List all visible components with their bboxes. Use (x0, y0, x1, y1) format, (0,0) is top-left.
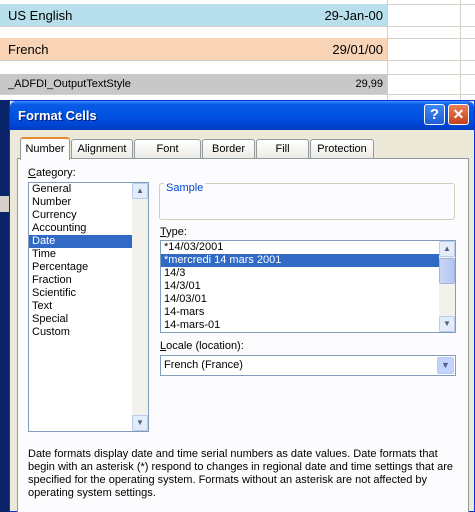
help-icon[interactable]: ? (424, 104, 445, 125)
type-label-text: ype: (166, 226, 187, 238)
category-item-currency[interactable]: Currency (29, 209, 148, 222)
type-item[interactable]: 14-mars-01 (161, 319, 455, 332)
scroll-up-icon[interactable]: ▲ (132, 183, 148, 199)
cell-row-french[interactable]: French 29/01/00 (0, 38, 387, 60)
category-scrollbar[interactable]: ▲ ▼ (132, 183, 148, 431)
type-label: Type: (160, 226, 187, 238)
cell-label: French (8, 41, 49, 57)
grid-line (460, 0, 461, 100)
tab-number[interactable]: Number (20, 137, 70, 160)
title-bar[interactable]: Format Cells ? ✕ (10, 101, 474, 130)
scroll-down-icon[interactable]: ▼ (132, 415, 148, 431)
scroll-down-icon[interactable]: ▼ (439, 316, 455, 332)
category-item-date[interactable]: Date (29, 235, 148, 248)
type-item[interactable]: *mercredi 14 mars 2001 (161, 254, 455, 267)
type-item[interactable]: *14/03/2001 (161, 241, 455, 254)
scroll-thumb[interactable] (439, 258, 455, 284)
locale-label: Locale (location): (160, 340, 244, 352)
grid-line (0, 60, 475, 61)
category-item-scientific[interactable]: Scientific (29, 287, 148, 300)
category-label-accel: C (28, 167, 36, 179)
category-item-fraction[interactable]: Fraction (29, 274, 148, 287)
type-item[interactable]: 14-mars (161, 306, 455, 319)
category-item-general[interactable]: General (29, 183, 148, 196)
category-label: Category: (28, 167, 76, 179)
cell-value: 29/01/00 (332, 41, 383, 57)
cell-row-us-english[interactable]: US English 29-Jan-00 (0, 4, 387, 26)
type-item[interactable]: 14/3/01 (161, 280, 455, 293)
format-description: Date formats display date and time seria… (28, 448, 453, 499)
type-item[interactable]: 14/3 (161, 267, 455, 280)
tab-alignment[interactable]: Alignment (71, 139, 133, 158)
tab-protection[interactable]: Protection (310, 139, 374, 158)
type-item[interactable]: 14/03/01 (161, 293, 455, 306)
locale-label-text: ocale (location): (166, 340, 244, 352)
close-icon[interactable]: ✕ (448, 104, 469, 125)
tab-fill[interactable]: Fill (256, 139, 309, 158)
tab-font[interactable]: Font (134, 139, 201, 158)
grid-line (0, 94, 475, 95)
cell-value: 29-Jan-00 (324, 7, 383, 23)
format-cells-dialog: Format Cells ? ✕ Number Alignment Font B… (9, 100, 475, 512)
type-list[interactable]: *14/03/2001 *mercredi 14 mars 2001 14/3 … (160, 240, 456, 333)
sheet-edge (0, 100, 9, 512)
cell-row-adfdi-style[interactable]: _ADFDI_OutputTextStyle 29,99 (0, 74, 387, 94)
grid-line (0, 26, 475, 27)
category-label-text: ategory: (35, 167, 76, 179)
dialog-title: Format Cells (18, 108, 97, 123)
type-scrollbar[interactable]: ▲ ▼ (439, 241, 455, 332)
cell-label: _ADFDI_OutputTextStyle (8, 78, 131, 90)
category-item-special[interactable]: Special (29, 313, 148, 326)
cell-value: 29,99 (355, 78, 383, 90)
locale-value: French (France) (164, 359, 243, 371)
chevron-down-icon[interactable]: ▼ (437, 357, 454, 374)
category-list[interactable]: General Number Currency Accounting Date … (28, 182, 149, 432)
category-item-percentage[interactable]: Percentage (29, 261, 148, 274)
category-item-time[interactable]: Time (29, 248, 148, 261)
sample-label: Sample (164, 182, 206, 194)
tab-border[interactable]: Border (202, 139, 255, 158)
category-item-text[interactable]: Text (29, 300, 148, 313)
grid-line (387, 0, 388, 100)
sheet-edge-cell (0, 196, 9, 212)
category-item-number[interactable]: Number (29, 196, 148, 209)
locale-select[interactable]: French (France) ▼ (160, 355, 456, 376)
cell-label: US English (8, 7, 73, 23)
category-item-custom[interactable]: Custom (29, 326, 148, 339)
scroll-up-icon[interactable]: ▲ (439, 241, 455, 257)
category-item-accounting[interactable]: Accounting (29, 222, 148, 235)
